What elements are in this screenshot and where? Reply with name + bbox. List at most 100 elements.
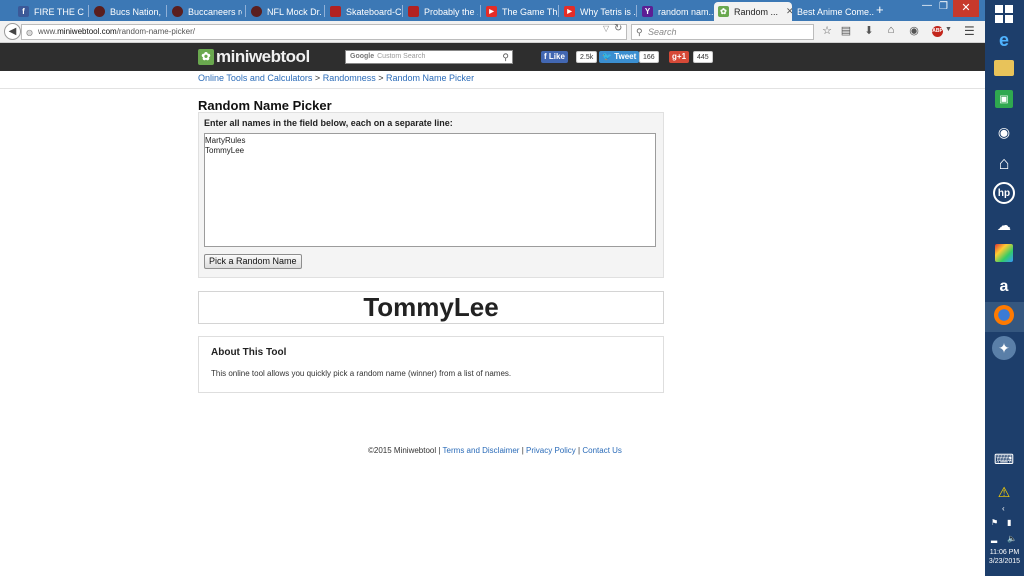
restore-icon[interactable]: ❐ (939, 1, 948, 12)
tab-label: Random ... (734, 6, 779, 17)
logo-text-part2: webtool (248, 47, 310, 66)
tweet-count: 166 (639, 51, 659, 63)
footer-separator: | (438, 446, 441, 455)
pickaxe-icon (408, 6, 419, 17)
file-explorer-icon[interactable] (994, 60, 1014, 76)
site-search-input[interactable]: Google Custom Search ⚲ (345, 50, 513, 64)
back-arrow-icon[interactable]: ◀ (4, 23, 21, 40)
copyright-text: ©2015 Miniwebtool (368, 446, 437, 455)
store-icon[interactable]: ▣ (995, 90, 1013, 108)
facebook-like-button[interactable]: f Like (541, 51, 568, 63)
tab-3[interactable]: NFL Mock Dr... (247, 2, 321, 21)
gplus-count: 445 (693, 51, 713, 63)
battery-icon[interactable]: ▮ (1007, 518, 1011, 527)
browser-search-input[interactable]: ⚲ Search (631, 24, 814, 40)
breadcrumb-item-random-name-picker[interactable]: Random Name Picker (386, 73, 474, 83)
tab-2[interactable]: Buccaneers re... (168, 2, 242, 21)
tab-label: The Game Th... (502, 6, 558, 17)
reload-icon[interactable]: ↻ (614, 23, 622, 34)
tab-1[interactable]: Bucs Nation, ... (90, 2, 162, 21)
google-brand: Google (350, 53, 375, 60)
tab-6[interactable]: ▶ The Game Th... (482, 2, 558, 21)
site-logo[interactable]: ✿ mini webtool (198, 47, 310, 66)
home-icon[interactable]: ⌂ (992, 151, 1016, 175)
about-title: About This Tool (211, 347, 287, 358)
volume-icon[interactable]: 🔈 (1007, 534, 1017, 543)
names-textarea[interactable] (204, 133, 656, 247)
url-bar[interactable]: ◍ www.miniwebtool.com/random-name-picker… (21, 24, 627, 40)
breadcrumb-item-randomness[interactable]: Randomness (323, 73, 376, 83)
taskbar-running-firefox[interactable] (985, 302, 1024, 332)
google-plus-button[interactable]: g+1 (669, 51, 690, 63)
home-icon[interactable]: ⌂ (884, 24, 898, 36)
footer-link-terms[interactable]: Terms and Disclaimer (443, 446, 520, 455)
url-prefix: www. (38, 27, 58, 36)
tab-label: Skateboard-C... (346, 6, 402, 17)
clipboard-icon[interactable]: ▤ (839, 24, 853, 37)
breadcrumb: Online Tools and Calculators > Randomnes… (198, 73, 474, 83)
tweet-button[interactable]: 🐦 Tweet (599, 51, 640, 63)
sbnation-icon (251, 6, 262, 17)
firefox-icon (994, 305, 1014, 325)
window-close-icon[interactable]: ✕ (953, 0, 979, 17)
divider (0, 88, 985, 89)
tab-label: Probably the ... (424, 6, 478, 17)
onedrive-icon[interactable]: ☁ (992, 213, 1016, 237)
breadcrumb-item-online-tools[interactable]: Online Tools and Calculators (198, 73, 312, 83)
keyboard-icon[interactable]: ⌨ (992, 447, 1016, 471)
pinned-app-icon[interactable]: ✦ (992, 336, 1016, 360)
url-path: /random-name-picker/ (116, 27, 195, 36)
tab-label: Buccaneers re... (188, 6, 242, 17)
hamburger-menu-icon[interactable]: ☰ (964, 24, 975, 38)
about-panel: About This Tool This online tool allows … (198, 336, 664, 393)
globe-icon: ◍ (26, 28, 33, 37)
amazon-icon[interactable]: a (992, 275, 1016, 299)
tweet-label: Tweet (614, 52, 637, 61)
camera-icon[interactable]: ◉ (992, 120, 1016, 144)
tab-8[interactable]: Y random nam... (638, 2, 714, 21)
pickaxe-icon (330, 6, 341, 17)
like-label: Like (548, 52, 565, 61)
tray-expand-icon[interactable]: ‹ (1002, 504, 1005, 513)
bookmark-star-icon[interactable]: ☆ (820, 24, 834, 37)
sbnation-icon (94, 6, 105, 17)
page-title: Random Name Picker (198, 98, 332, 113)
footer-separator: | (521, 446, 524, 455)
tab-0[interactable]: f FIRE THE CA... (14, 2, 84, 21)
chat-icon[interactable]: ◉ (907, 24, 921, 37)
adblock-icon[interactable]: ABP (932, 26, 943, 37)
logo-text-part1: mini (216, 47, 249, 66)
tool-panel: Enter all names in the field below, each… (198, 112, 664, 278)
chevron-down-icon[interactable]: ▼ (945, 26, 952, 33)
internet-explorer-icon[interactable]: e (992, 28, 1016, 52)
tab-7[interactable]: ▶ Why Tetris is ... (560, 2, 636, 21)
sbnation-icon (172, 6, 183, 17)
photos-icon[interactable] (995, 244, 1013, 262)
new-tab-plus-icon[interactable]: + (876, 2, 884, 17)
flag-icon[interactable]: ⚑ (991, 518, 998, 527)
minimize-icon[interactable]: — (922, 0, 932, 11)
search-icon: ⚲ (636, 27, 643, 37)
browser-nav-bar: ◀ ◍ www.miniwebtool.com/random-name-pick… (0, 21, 985, 43)
tab-label: Bucs Nation, ... (110, 6, 162, 17)
search-icon[interactable]: ⚲ (502, 51, 509, 63)
hp-icon[interactable]: hp (993, 182, 1015, 204)
tray-clock[interactable]: 11:06 PM 3/23/2015 (985, 548, 1024, 566)
footer-link-privacy[interactable]: Privacy Policy (526, 446, 576, 455)
tab-4[interactable]: Skateboard-C... (326, 2, 402, 21)
signal-icon[interactable]: ▂ (991, 534, 997, 543)
about-text: This online tool allows you quickly pick… (211, 369, 512, 378)
twitter-bird-icon: 🐦 (602, 52, 612, 61)
url-dropdown-icon[interactable]: ▽ (603, 24, 609, 33)
windows-start-icon[interactable] (992, 2, 1016, 26)
tab-close-icon[interactable]: ✕ (786, 6, 792, 17)
tab-9-active[interactable]: ✿ Random ... ✕ (714, 2, 792, 21)
footer-link-contact[interactable]: Contact Us (582, 446, 622, 455)
tab-10[interactable]: Best Anime Come... (794, 2, 874, 21)
tab-5[interactable]: Probably the ... (404, 2, 478, 21)
download-icon[interactable]: ⬇ (862, 24, 876, 37)
pick-random-name-button[interactable]: Pick a Random Name (204, 254, 302, 269)
notification-icon[interactable]: ⚠ (992, 480, 1016, 504)
tab-label: NFL Mock Dr... (267, 6, 321, 17)
result-panel: TommyLee (198, 291, 664, 324)
